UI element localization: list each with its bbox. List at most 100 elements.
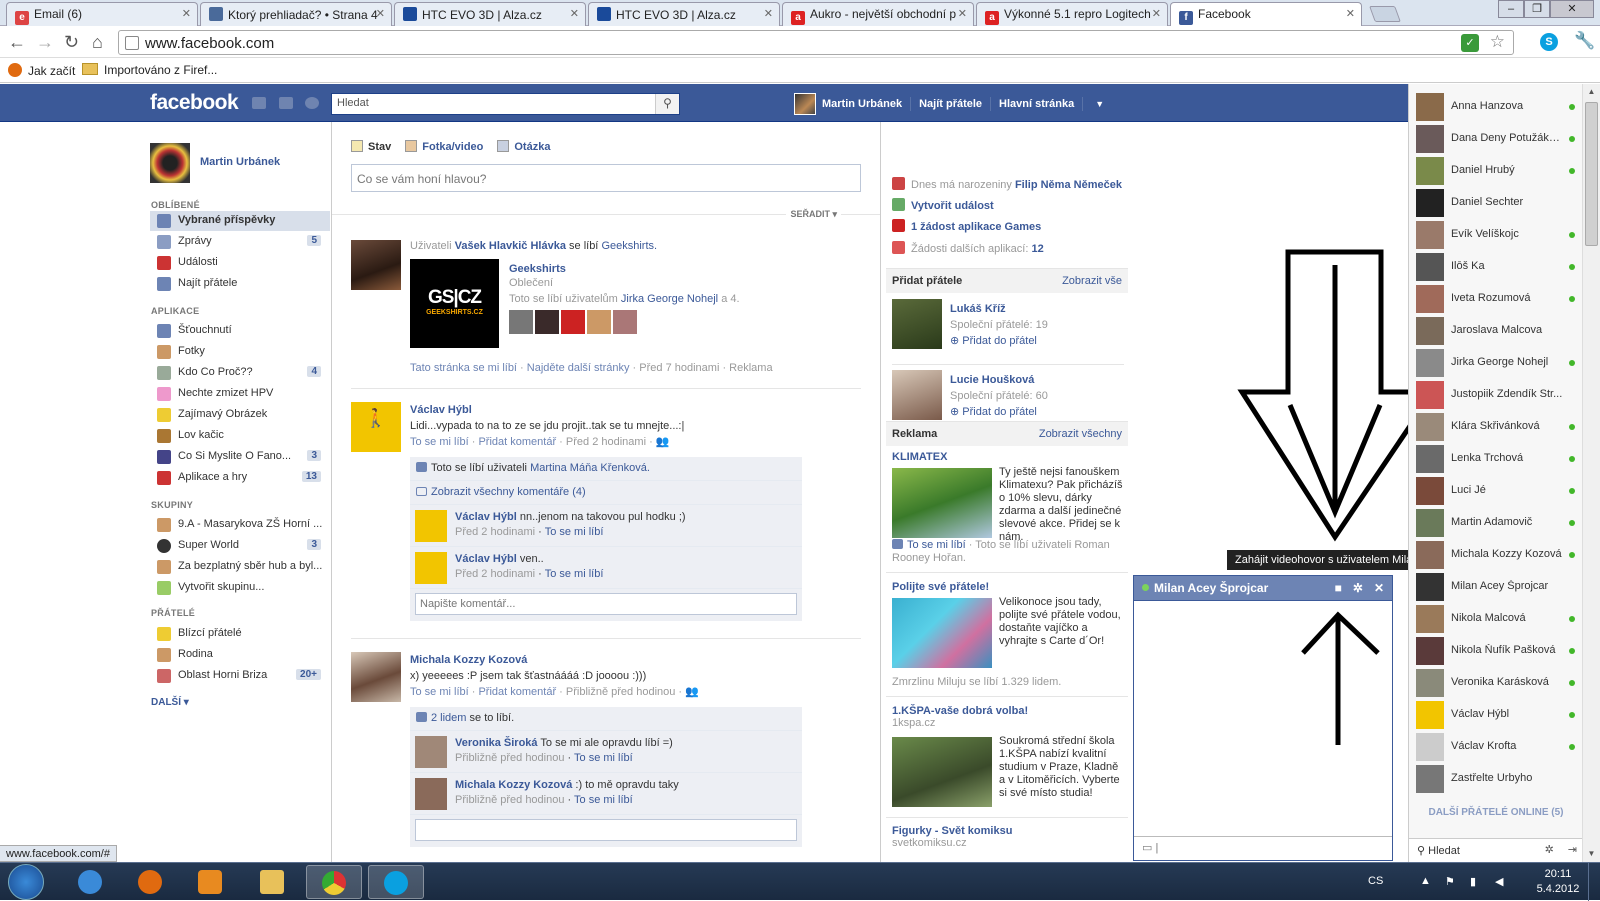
ad-title-link[interactable]: Polijte své přátele! [892,581,1124,593]
nav-app[interactable]: Co Si Myslite O Fano... 3 [150,447,330,467]
friend-item[interactable]: Luci Jé [1409,475,1583,507]
nav-friend-list[interactable]: Oblast Horni Briza 20+ [150,666,330,686]
emoticon-icon[interactable]: ▭ [1142,842,1152,854]
friend-item[interactable]: Dana Deny Potužáková [1409,123,1583,155]
like-link[interactable]: To se mi líbí [410,686,469,698]
add-friend-button[interactable]: ⊕ Přidat do přátel [950,406,1037,418]
nav-messages[interactable]: Zprávy 5 [150,232,330,252]
close-tab-icon[interactable]: ✕ [570,7,579,20]
friend-requests-icon[interactable] [252,97,266,109]
page-logo[interactable]: GS|CZ GEEKSHIRTS.CZ [410,259,499,348]
ad-image[interactable] [892,737,992,807]
avatar[interactable] [794,93,816,115]
show-desktop-button[interactable] [1588,863,1600,901]
taskbar-skype[interactable] [368,865,424,899]
taskbar-explorer[interactable] [244,865,300,899]
avatar[interactable] [415,510,447,542]
friend-item[interactable]: Veronika Karásková [1409,667,1583,699]
gear-icon[interactable]: ✲ [1545,843,1554,856]
extension-icon[interactable]: ✓ [1461,34,1479,52]
nav-app[interactable]: Lov kačic [150,426,330,446]
taskbar-media-player[interactable] [182,865,238,899]
page-link[interactable]: Geekshirts. [601,240,657,252]
friend-item[interactable]: Daniel Hrubý [1409,155,1583,187]
friend-item[interactable]: Milan Acey Šprojcar [1409,571,1583,603]
chat-header[interactable]: Milan Acey Šprojcar ■ ✲ ✕ [1134,576,1392,601]
flag-icon[interactable]: ⚑ [1445,875,1455,888]
skype-icon[interactable]: S [1540,33,1558,51]
friend-item[interactable]: Daniel Sechter [1409,187,1583,219]
tab-status[interactable]: Stav [351,140,391,153]
games-request-link[interactable]: 1 žádost aplikace Games [892,219,1041,233]
friends-search-input[interactable]: ⚲ Hledat ✲ ⇥ [1409,838,1583,862]
friend-item[interactable]: Justopiik Zdendík Str... [1409,379,1583,411]
close-tab-icon[interactable]: ✕ [182,7,191,20]
nav-app[interactable]: Šťouchnutí [150,321,330,341]
friend-item[interactable]: Lenka Trchová [1409,443,1583,475]
avatar[interactable] [415,736,447,768]
show-all-link[interactable]: Zobrazit vše [1062,275,1122,287]
facebook-logo[interactable]: facebook [150,91,239,115]
friend-item[interactable]: Klára Skřivánková [1409,411,1583,443]
close-tab-icon[interactable]: ✕ [1152,7,1161,20]
friend-item[interactable]: Václav Krofta [1409,731,1583,763]
friend-item[interactable]: Anna Hanzova [1409,91,1583,123]
friend-item[interactable]: Jaroslava Malcova [1409,315,1583,347]
add-friend-button[interactable]: ⊕ Přidat do přátel [950,335,1037,347]
gear-icon[interactable]: ✲ [1353,581,1363,595]
more-link[interactable]: DALŠÍ ▾ [151,697,189,708]
friend-item[interactable]: Iveta Rozumová [1409,283,1583,315]
nav-group[interactable]: 9.A - Masarykova ZŠ Horní ... [150,515,330,535]
likers-link[interactable]: 2 lidem [431,712,466,724]
browser-tab[interactable]: HTC EVO 3D | Alza.cz ✕ [394,2,586,26]
avatar[interactable]: 🚶 [351,402,401,452]
close-tab-icon[interactable]: ✕ [958,7,967,20]
tab-photo-video[interactable]: Fotka/video [405,140,483,153]
comment-link[interactable]: Přidat komentář [478,436,556,448]
avatar[interactable] [415,552,447,584]
suggestion-name-link[interactable]: Lucie Houšková [950,374,1034,386]
popout-icon[interactable]: ⇥ [1568,843,1577,856]
like-link[interactable]: To se mi líbí [410,436,469,448]
status-input[interactable]: Co se vám honí hlavou? [351,164,861,192]
avatar[interactable] [351,240,401,290]
author-link[interactable]: Michala Kozzy Kozová [455,779,572,791]
sort-button[interactable]: SEŘADIT ▾ [786,209,841,220]
avatar[interactable] [587,310,611,334]
find-friends-link[interactable]: Najít přátele [919,98,982,110]
app-requests-link[interactable]: Žádosti dalších aplikací: 12 [892,241,1044,255]
friend-item[interactable]: Václav Hýbl [1409,699,1583,731]
network-icon[interactable]: ▮ [1470,875,1476,888]
like-link[interactable]: To se mi líbí [574,752,633,764]
browser-tab[interactable]: a Výkonné 5.1 repro Logitech ✕ [976,2,1168,26]
nav-events[interactable]: Události [150,253,330,273]
page-scrollbar[interactable]: ▲ ▼ [1582,84,1600,862]
browser-tab-active[interactable]: f Facebook ✕ [1170,2,1362,26]
avatar[interactable] [613,310,637,334]
ad-image[interactable] [892,598,992,668]
friend-item[interactable]: Michala Kozzy Kozová [1409,539,1583,571]
nav-app[interactable]: Fotky [150,342,330,362]
author-link[interactable]: Michala Kozzy Kozová [410,652,861,668]
ad-title-link[interactable]: KLIMATEX [892,451,1124,463]
browser-tab[interactable]: a Aukro - největší obchodní p ✕ [782,2,974,26]
browser-tab[interactable]: HTC EVO 3D | Alza.cz ✕ [588,2,780,26]
home-link[interactable]: Hlavní stránka [999,98,1074,110]
notifications-icon[interactable] [305,97,319,109]
browser-tab[interactable]: Ktorý prehliadač? • Strana 4 ✕ [200,2,392,26]
avatar[interactable] [892,370,942,420]
close-tab-icon[interactable]: ✕ [376,7,385,20]
friend-item[interactable]: Nikola Malcová [1409,603,1583,635]
chat-message-input[interactable]: ▭ | [1134,836,1392,860]
forward-icon[interactable]: → [36,32,54,53]
nav-group[interactable]: Za bezplatný sběr hub a byl... [150,557,330,577]
friend-item[interactable]: Nikola Ňufík Pašková [1409,635,1583,667]
wrench-icon[interactable]: 🔧 [1574,31,1595,51]
maximize-button[interactable]: ❐ [1524,0,1550,18]
friend-item[interactable]: Zastřelte Urbyho [1409,763,1583,795]
friend-item[interactable]: Jirka George Nohejl [1409,347,1583,379]
nav-group[interactable]: Super World 3 [150,536,330,556]
nav-friend-list[interactable]: Rodina [150,645,330,665]
like-page-link[interactable]: Tato stránka se mi líbí [410,362,517,374]
nav-app[interactable]: Zajímavý Obrázek [150,405,330,425]
